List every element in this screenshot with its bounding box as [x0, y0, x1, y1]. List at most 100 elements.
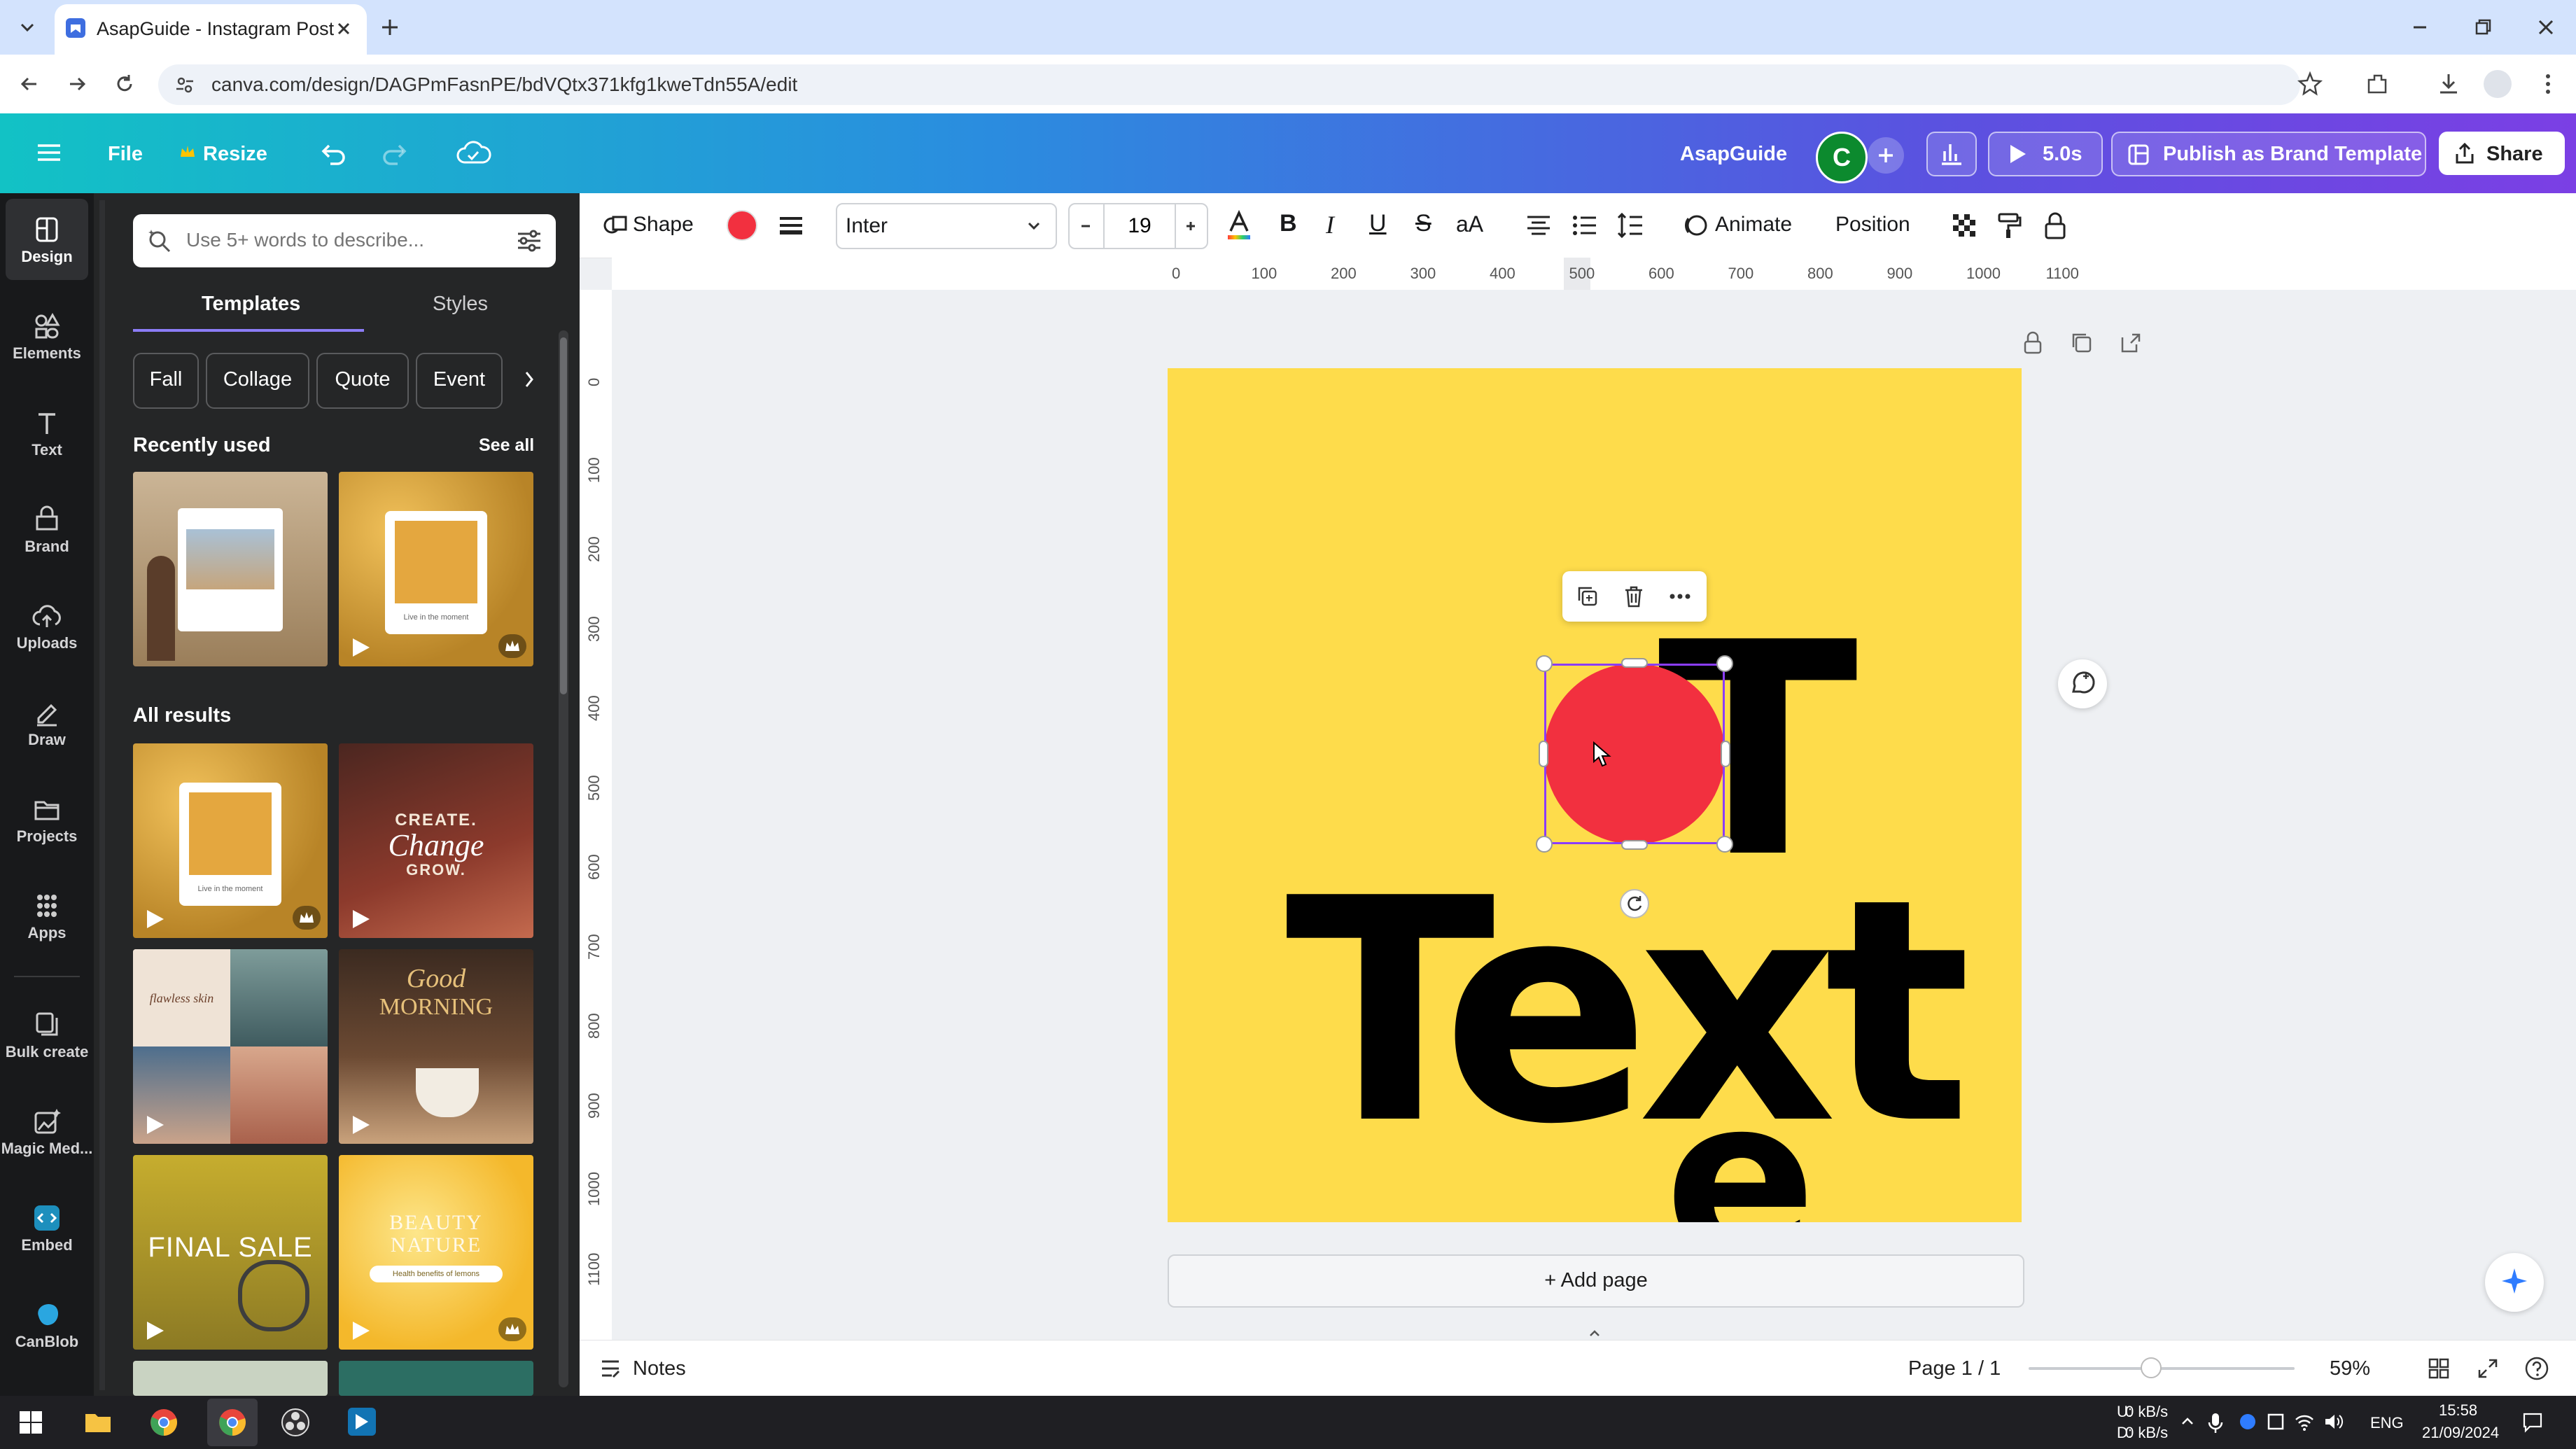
app-icon[interactable]: [346, 1406, 378, 1438]
position-button[interactable]: Position: [1835, 213, 1910, 237]
template-thumbnail[interactable]: FINAL SALE: [133, 1155, 328, 1350]
chip-quote[interactable]: Quote: [316, 353, 409, 409]
text-color-icon[interactable]: [1224, 209, 1254, 242]
team-name[interactable]: AsapGuide: [1680, 143, 1787, 166]
file-menu-button[interactable]: File: [108, 143, 143, 166]
rail-item-draw[interactable]: Draw: [0, 699, 94, 749]
resize-handle-bottom-right[interactable]: [1716, 836, 1733, 853]
template-thumbnail[interactable]: [133, 1361, 328, 1396]
add-collaborator-button[interactable]: [1868, 137, 1904, 174]
add-page-icon[interactable]: [2117, 329, 2145, 357]
hamburger-menu-icon[interactable]: [34, 139, 64, 167]
bold-icon[interactable]: B: [1280, 210, 1297, 237]
rail-item-projects[interactable]: Projects: [0, 795, 94, 846]
shape-button[interactable]: Shape: [633, 213, 694, 237]
trash-icon[interactable]: [1620, 582, 1648, 610]
panel-scroll-thumb[interactable]: [560, 337, 567, 694]
play-button[interactable]: 5.0s: [1988, 132, 2103, 176]
fullscreen-icon[interactable]: [2474, 1354, 2502, 1382]
duplicate-page-icon[interactable]: [2068, 329, 2096, 357]
search-input[interactable]: [185, 225, 496, 255]
comment-button[interactable]: [2058, 659, 2107, 708]
rail-item-embed[interactable]: Embed: [0, 1204, 94, 1254]
letter-case-icon[interactable]: aA: [1456, 211, 1483, 237]
design-page[interactable]: T Text e: [1168, 368, 2022, 1222]
zoom-slider-thumb[interactable]: [2140, 1357, 2162, 1378]
publish-brand-template-button[interactable]: Publish as Brand Template: [2111, 132, 2426, 176]
redo-icon[interactable]: [378, 136, 413, 171]
rail-item-bulk-create[interactable]: Bulk create: [0, 1011, 94, 1061]
rail-item-magic-media[interactable]: Magic Med...: [0, 1107, 94, 1158]
tray-app-icon[interactable]: [2237, 1411, 2258, 1432]
lock-page-icon[interactable]: [2019, 329, 2047, 357]
chip-event[interactable]: Event: [416, 353, 503, 409]
paint-format-icon[interactable]: [1994, 210, 2024, 241]
site-info-icon[interactable]: [174, 74, 196, 96]
new-tab-icon[interactable]: [378, 15, 402, 39]
close-tab-icon[interactable]: [333, 18, 354, 39]
tray-app-icon[interactable]: [2265, 1411, 2286, 1432]
zoom-slider[interactable]: [2029, 1357, 2295, 1378]
template-thumbnail[interactable]: [339, 1361, 533, 1396]
rail-item-design[interactable]: Design: [0, 216, 94, 266]
shape-color-swatch[interactable]: [727, 210, 757, 241]
input-language[interactable]: ENG: [2370, 1414, 2404, 1432]
resize-handle-top[interactable]: [1621, 658, 1648, 668]
resize-handle-top-right[interactable]: [1716, 655, 1733, 672]
border-style-icon[interactable]: [776, 210, 806, 241]
template-thumbnail[interactable]: BEAUTY NATURE Health benefits of lemons: [339, 1155, 533, 1350]
cloud-saved-icon[interactable]: [455, 136, 491, 171]
font-size-input[interactable]: 19: [1103, 204, 1176, 248]
chip-collage[interactable]: Collage: [206, 353, 309, 409]
resize-handle-left[interactable]: [1539, 741, 1548, 767]
minimize-icon[interactable]: [2408, 15, 2432, 39]
magic-assistant-button[interactable]: [2485, 1253, 2544, 1312]
tab-list-icon[interactable]: [15, 15, 39, 39]
letter-e-element[interactable]: e: [1665, 1068, 1816, 1222]
rail-item-text[interactable]: Text: [0, 409, 94, 459]
forward-icon[interactable]: [63, 70, 91, 98]
rail-item-apps[interactable]: Apps: [0, 892, 94, 942]
wifi-icon[interactable]: [2293, 1411, 2316, 1432]
rail-scrollbar[interactable]: [99, 200, 105, 1390]
rail-item-elements[interactable]: Elements: [0, 312, 94, 363]
resize-handle-right[interactable]: [1721, 741, 1730, 767]
strikethrough-icon[interactable]: S: [1415, 210, 1432, 237]
back-icon[interactable]: [15, 70, 43, 98]
chip-fall[interactable]: Fall: [133, 353, 199, 409]
grid-view-icon[interactable]: [2425, 1354, 2453, 1382]
close-window-icon[interactable]: [2534, 15, 2558, 39]
show-hidden-icons[interactable]: [2177, 1411, 2198, 1432]
bookmark-star-icon[interactable]: [2296, 70, 2324, 98]
user-avatar[interactable]: C: [1816, 132, 1868, 183]
font-family-select[interactable]: Inter: [836, 203, 1057, 249]
lock-icon[interactable]: [2040, 210, 2071, 241]
show-pages-handle[interactable]: [1565, 1326, 1624, 1340]
panel-scrollbar[interactable]: [559, 330, 568, 1387]
profile-avatar[interactable]: [2484, 70, 2512, 98]
increase-font-size-icon[interactable]: [1180, 216, 1201, 237]
download-icon[interactable]: [2435, 70, 2463, 98]
resize-button[interactable]: Resize: [203, 143, 267, 166]
zoom-level[interactable]: 59%: [2330, 1357, 2370, 1380]
notification-icon[interactable]: [2520, 1410, 2545, 1435]
underline-icon[interactable]: U: [1369, 210, 1387, 237]
animate-button[interactable]: Animate: [1715, 213, 1792, 237]
insights-button[interactable]: [1926, 132, 1977, 176]
italic-icon[interactable]: I: [1326, 210, 1334, 239]
see-all-link[interactable]: See all: [479, 435, 534, 456]
template-search-box[interactable]: [133, 214, 556, 267]
rotate-handle[interactable]: [1620, 889, 1649, 918]
spacing-icon[interactable]: [1616, 210, 1646, 241]
reload-icon[interactable]: [111, 70, 139, 98]
font-size-stepper[interactable]: 19: [1068, 203, 1208, 249]
decrease-font-size-icon[interactable]: [1075, 216, 1096, 237]
template-thumbnail[interactable]: [133, 472, 328, 666]
duplicate-icon[interactable]: [1574, 582, 1602, 610]
rail-item-canblob[interactable]: CanBlob: [0, 1301, 94, 1351]
tab-templates[interactable]: Templates: [202, 293, 300, 316]
microphone-icon[interactable]: [2205, 1411, 2226, 1435]
template-thumbnail[interactable]: Live in the moment: [133, 743, 328, 938]
resize-handle-bottom[interactable]: [1621, 840, 1648, 850]
rail-item-brand[interactable]: Brand: [0, 505, 94, 556]
